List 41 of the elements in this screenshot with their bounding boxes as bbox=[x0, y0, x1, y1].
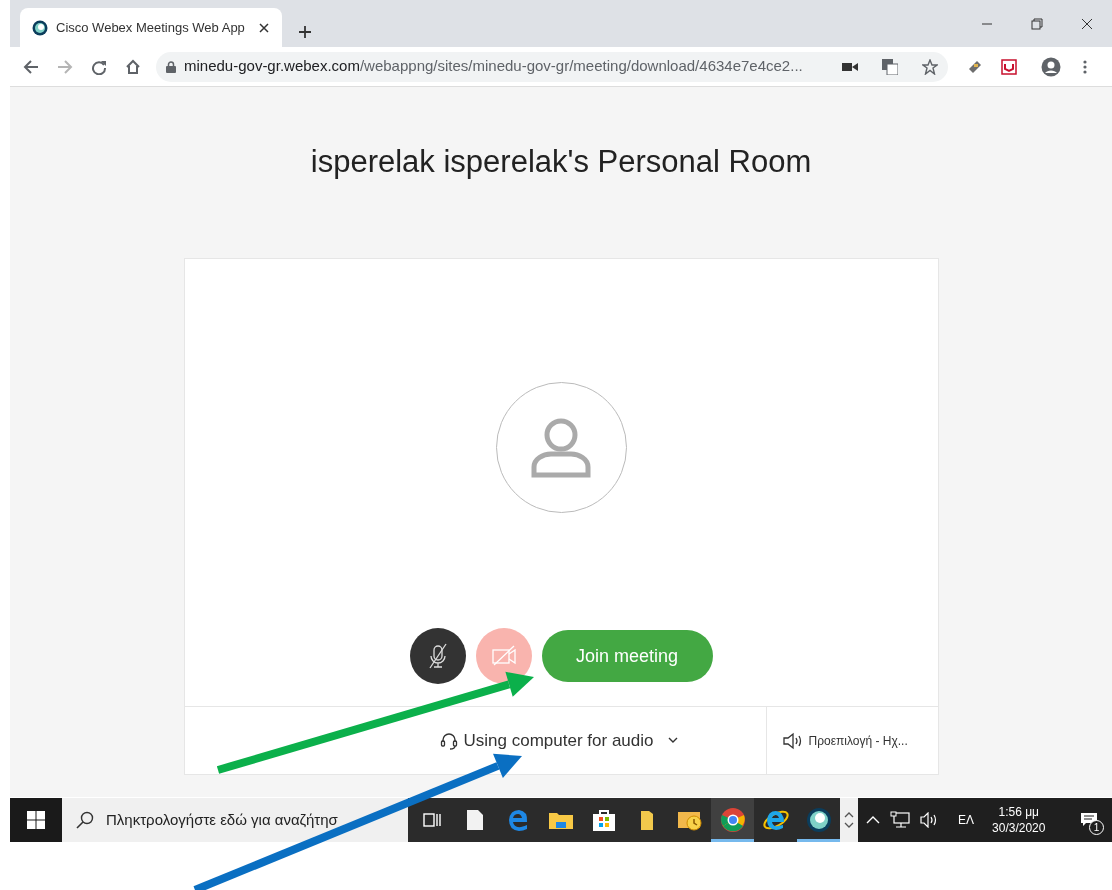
webex-icon[interactable] bbox=[805, 807, 832, 833]
star-icon[interactable] bbox=[922, 58, 938, 75]
network-icon[interactable] bbox=[890, 811, 910, 829]
more-icon[interactable] bbox=[1083, 58, 1087, 75]
tab-title: Cisco Webex Meetings Web App bbox=[56, 18, 245, 37]
url-text: minedu-gov-gr.webex.com/webappng/sites/minedu-gov-gr/meeting/download/4634e7e4ce2... bbox=[184, 56, 803, 77]
close-icon[interactable] bbox=[258, 21, 270, 34]
address-bar[interactable]: minedu-gov-gr.webex.com/webappng/sites/minedu-gov-gr/meeting/download/4634e7e4ce2... bbox=[156, 51, 948, 82]
language-indicator[interactable]: ΕΛ bbox=[958, 811, 975, 829]
room-title: isperelak isperelak's Personal Room bbox=[310, 143, 812, 181]
scroll-up-icon[interactable] bbox=[844, 812, 854, 818]
chrome-icon[interactable] bbox=[719, 807, 746, 833]
chevron-down-icon bbox=[667, 737, 678, 745]
scroll-down-icon[interactable] bbox=[844, 822, 854, 828]
profile-icon[interactable] bbox=[1041, 56, 1061, 77]
home-icon[interactable] bbox=[125, 58, 141, 75]
taskbar-app[interactable] bbox=[711, 798, 754, 842]
shield-icon[interactable] bbox=[1001, 58, 1017, 75]
reload-icon[interactable] bbox=[91, 58, 107, 75]
store-icon[interactable] bbox=[591, 808, 616, 832]
browser-tab[interactable]: Cisco Webex Meetings Web App bbox=[20, 8, 282, 47]
webex-logo-icon bbox=[32, 19, 48, 36]
restore-icon[interactable] bbox=[1031, 17, 1043, 30]
close-icon[interactable] bbox=[1081, 17, 1093, 30]
start-button[interactable] bbox=[10, 798, 62, 842]
headset-icon bbox=[439, 730, 458, 751]
taskbar-clock[interactable]: 1:56 μμ 30/3/2020 bbox=[992, 803, 1046, 837]
show-hidden-icon[interactable] bbox=[866, 816, 880, 824]
notification-button[interactable]: 1 bbox=[1074, 805, 1104, 835]
speaker-selector[interactable]: Προεπιλογή - Ηχ... bbox=[766, 707, 914, 775]
taskbar-search-field[interactable]: Πληκτρολογήστε εδώ για αναζήτησ bbox=[62, 798, 408, 842]
task-view-icon[interactable] bbox=[421, 810, 442, 830]
document-icon[interactable] bbox=[465, 809, 484, 831]
new-tab-icon[interactable] bbox=[298, 25, 312, 39]
lock-icon bbox=[166, 60, 176, 73]
back-icon[interactable] bbox=[23, 58, 39, 75]
camera-icon[interactable] bbox=[842, 60, 858, 73]
windows-icon bbox=[27, 811, 45, 829]
speaker-icon bbox=[782, 731, 803, 750]
person-icon bbox=[529, 416, 593, 479]
search-icon bbox=[76, 811, 94, 829]
